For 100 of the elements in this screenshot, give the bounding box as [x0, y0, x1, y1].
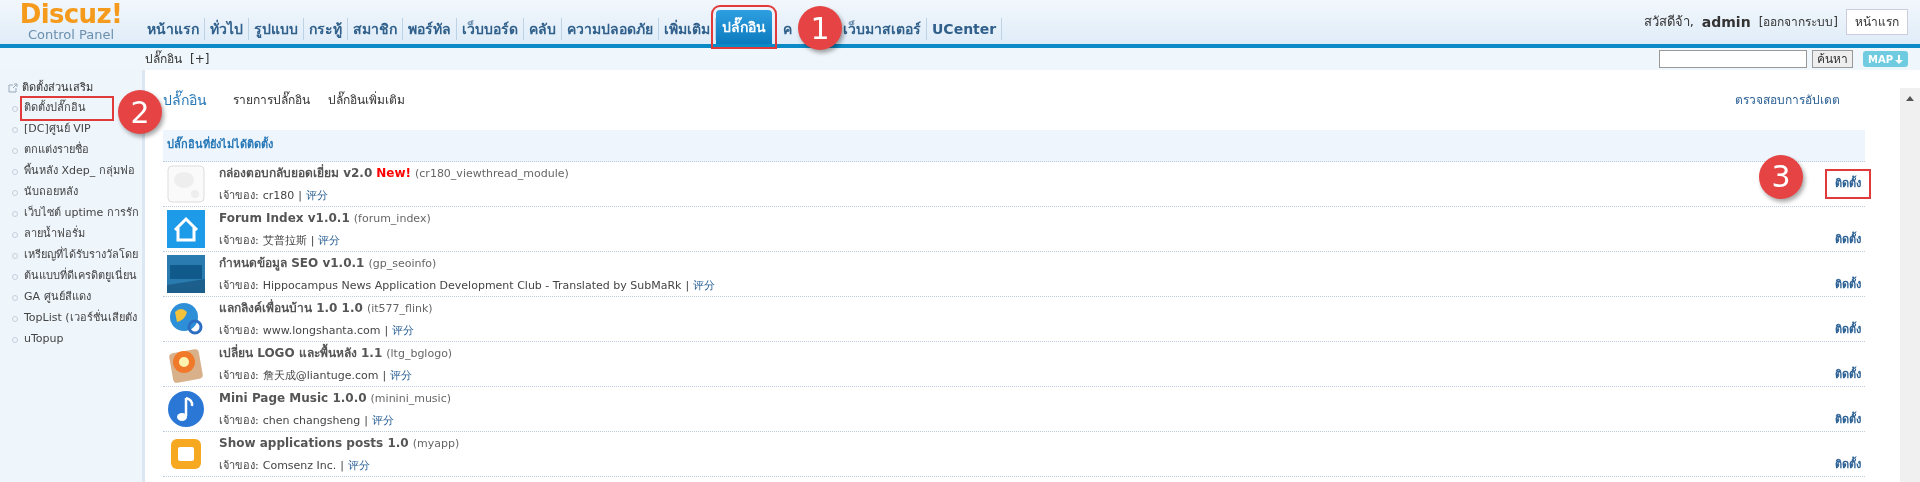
- nav-tab[interactable]: เว็บบอร์ด: [457, 18, 524, 40]
- content-tab[interactable]: ปลั๊กอิน: [163, 89, 207, 111]
- nav-tab[interactable]: รูปแบบ: [249, 18, 304, 40]
- separator-text: |: [685, 278, 690, 294]
- username: admin: [1701, 12, 1751, 32]
- search-field[interactable]: [1658, 50, 1807, 68]
- install-link[interactable]: ติดตั้ง: [1835, 367, 1861, 381]
- separator-text: |: [364, 413, 368, 429]
- sidebar-item[interactable]: ลายน้ำฟอรั่ม: [24, 226, 85, 243]
- plugin-name: Show applications posts 1.0: [219, 434, 409, 452]
- sidebar-item[interactable]: เว็บไซต์ uptime การรัก: [24, 205, 139, 222]
- sidebar-item[interactable]: [DC]ศูนย์ VIP: [24, 121, 91, 138]
- nav-tab[interactable]: UCenter: [927, 18, 1003, 40]
- rate-link[interactable]: 评分: [693, 278, 716, 295]
- bullet-icon: [12, 273, 18, 280]
- sidebar-item[interactable]: เหรียญที่ได้รับรางวัลโดย: [24, 247, 138, 264]
- sidebar-item[interactable]: พื้นหลัง Xdep_ กลุ่มฟอ: [24, 163, 135, 180]
- plugin-name: กล่องตอบกลับยอดเยี่ยม v2.0: [219, 163, 373, 182]
- nav-tab[interactable]: หน้าแรก: [142, 18, 205, 40]
- sidebar-item[interactable]: uTopup: [24, 331, 64, 348]
- separator-text: |: [298, 188, 302, 204]
- nav-tab[interactable]: ความปลอดภัย: [562, 18, 659, 40]
- sidebar-heading: ติดตั้งส่วนเสริม: [22, 79, 93, 96]
- owner-name: www.longshanta.com: [262, 323, 381, 339]
- add-link[interactable]: [+]: [190, 50, 210, 68]
- external-link-icon: [8, 83, 18, 93]
- search-button[interactable]: ค้นหา: [1811, 50, 1853, 68]
- bullet-icon: [12, 147, 18, 154]
- rate-link[interactable]: 评分: [348, 458, 371, 475]
- content-tab[interactable]: รายการปลั๊กอิน: [233, 91, 310, 109]
- nav-tab[interactable]: เว็บมาสเตอร์: [838, 18, 927, 40]
- plugin-id: (minini_music): [370, 390, 451, 407]
- owner-label: เจ้าของ:: [219, 188, 259, 204]
- sidebar-item[interactable]: นับถอยหลัง: [24, 184, 78, 201]
- bullet-icon: [12, 252, 18, 259]
- plugin-id: (it577_flink): [366, 300, 433, 317]
- separator-text: |: [310, 233, 315, 249]
- rate-link[interactable]: 评分: [318, 233, 341, 250]
- scroll-up-icon[interactable]: [1906, 96, 1914, 101]
- logo-subtitle: Control Panel: [27, 26, 115, 44]
- sidebar-item[interactable]: ตกแต่งรายชื่อ: [24, 142, 89, 159]
- owner-label: เจ้าของ:: [219, 368, 259, 384]
- scrollbar[interactable]: [1900, 88, 1920, 482]
- separator-text: |: [384, 323, 389, 339]
- callout-number: 1: [798, 6, 842, 50]
- install-link[interactable]: ติดตั้ง: [1825, 168, 1871, 200]
- nav-tab[interactable]: คลับ: [524, 18, 562, 40]
- sidebar-item[interactable]: ต้นแบบที่ดีเครดิตยูเนี่ยน: [24, 268, 137, 285]
- nav-tab[interactable]: ค: [778, 18, 792, 40]
- nav-tab[interactable]: พอร์ทัล: [403, 18, 457, 40]
- owner-label: เจ้าของ:: [219, 413, 259, 429]
- down-arrow-icon: [1895, 54, 1903, 64]
- house-icon: [167, 210, 205, 248]
- plugin-id: (gp_seoinfo): [368, 255, 437, 272]
- rate-link[interactable]: 评分: [392, 323, 415, 340]
- callout-number: 2: [118, 90, 162, 134]
- home-button[interactable]: หน้าแรก: [1846, 9, 1908, 35]
- install-link[interactable]: ติดตั้ง: [1835, 457, 1861, 471]
- owner-name: cr180: [262, 188, 295, 204]
- seo-icon: [167, 255, 205, 293]
- install-link[interactable]: ติดตั้ง: [1835, 322, 1861, 336]
- owner-label: เจ้าของ:: [219, 233, 259, 249]
- owner-label: เจ้าของ:: [219, 458, 259, 474]
- check-updates-link[interactable]: ตรวจสอบการอัปเดต: [1735, 91, 1840, 109]
- bullet-icon: [12, 126, 18, 133]
- bullet-icon: [12, 231, 18, 238]
- rate-link[interactable]: 评分: [371, 413, 394, 430]
- plugin-id: (myapp): [412, 435, 460, 452]
- greeting-text: สวัสดีจ้า,: [1643, 13, 1694, 32]
- section-title: ปลั๊กอินที่ยังไม่ได้ติดตั้ง: [167, 137, 273, 154]
- plugin-name: Forum Index v1.0.1: [219, 209, 350, 227]
- owner-name: Hippocampus News Application Development Club - Translated by SubMaRk: [262, 278, 682, 294]
- bullet-icon: [12, 210, 18, 217]
- content-tab[interactable]: ปลั๊กอินเพิ่มเติม: [328, 91, 405, 109]
- plugin-name: กำหนดข้อมูล SEO v1.0.1: [219, 254, 365, 272]
- logo-title: Discuz!: [19, 0, 123, 27]
- nav-tab[interactable]: ทั่วไป: [205, 18, 249, 40]
- plugin-name: เปลี่ยน LOGO และพื้นหลัง 1.1: [219, 343, 383, 362]
- blank-image-icon: [167, 165, 205, 203]
- rate-link[interactable]: 评分: [306, 188, 328, 205]
- nav-tab[interactable]: สมาชิก: [348, 18, 403, 40]
- logout-link[interactable]: [ออกจากระบบ]: [1758, 13, 1838, 31]
- nav-tab[interactable]: กระทู้: [304, 18, 348, 40]
- install-link[interactable]: ติดตั้ง: [1835, 412, 1861, 426]
- bullet-icon: [12, 336, 18, 343]
- breadcrumb: ปลั๊กอิน: [145, 50, 182, 68]
- separator-text: |: [340, 458, 345, 474]
- new-label: New!: [376, 164, 411, 182]
- sidebar-item[interactable]: GA ศูนย์สีแดง: [24, 289, 91, 306]
- sidebar-item[interactable]: TopList (เวอร์ชั่นเสียตัง: [24, 310, 137, 327]
- install-link[interactable]: ติดตั้ง: [1835, 277, 1861, 291]
- plugin-id: (ltg_bglogo): [386, 345, 453, 362]
- rate-link[interactable]: 评分: [390, 368, 413, 385]
- plugin-name: แลกลิงค์เพื่อนบ้าน 1.0 1.0: [219, 298, 363, 317]
- owner-name: chen changsheng: [262, 413, 361, 429]
- owner-name: 詹天成@liantuge.com: [262, 368, 379, 384]
- plugin-id: (cr180_viewthread_module): [415, 165, 569, 182]
- bullet-icon: [12, 105, 18, 112]
- install-link[interactable]: ติดตั้ง: [1835, 232, 1861, 246]
- bullet-icon: [12, 315, 18, 322]
